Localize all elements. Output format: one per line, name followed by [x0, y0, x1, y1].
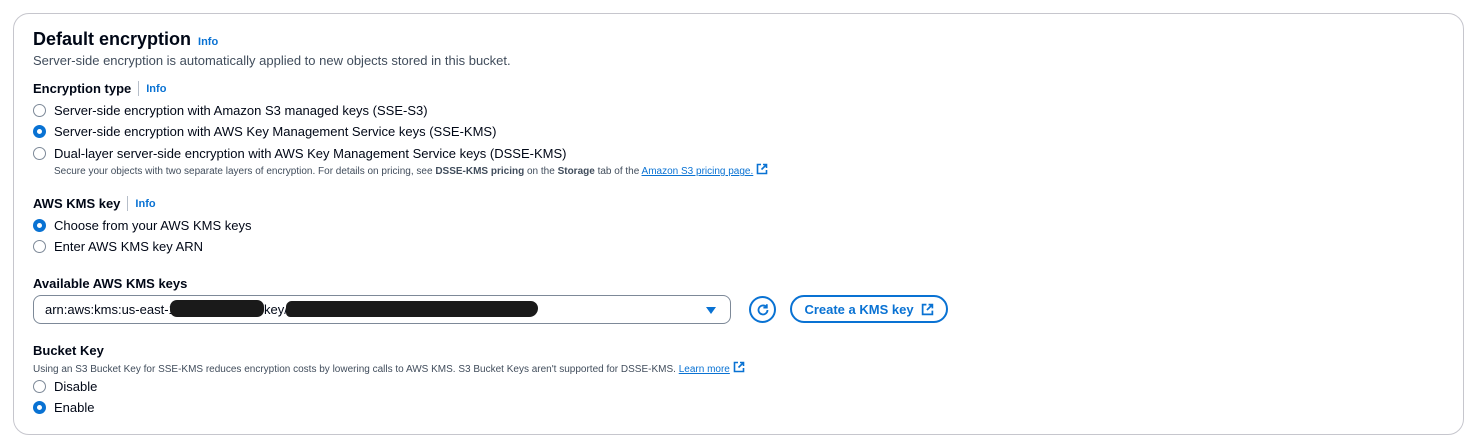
radio-choose-kms-key[interactable]: Choose from your AWS KMS keys	[33, 216, 251, 234]
radio-button[interactable]	[33, 103, 46, 117]
arn-prefix: arn:aws:kms:us-east-1	[45, 302, 176, 317]
radio-sse-kms[interactable]: Server-side encryption with AWS Key Mana…	[33, 122, 496, 140]
kms-key-label-row: AWS KMS key Info	[33, 196, 156, 211]
caret-down-icon[interactable]	[706, 307, 716, 314]
create-kms-key-label: Create a KMS key	[804, 301, 914, 317]
radio-bucket-key-disable[interactable]: Disable	[33, 377, 97, 395]
radio-dsse-kms[interactable]: Dual-layer server-side encryption with A…	[33, 144, 566, 162]
s3-pricing-link[interactable]: Amazon S3 pricing page.	[642, 166, 754, 177]
radio-label: Dual-layer server-side encryption with A…	[54, 145, 567, 161]
section-description: Server-side encryption is automatically …	[33, 53, 511, 68]
radio-enter-kms-arn[interactable]: Enter AWS KMS key ARN	[33, 237, 203, 255]
radio-button[interactable]	[33, 400, 46, 414]
available-keys-label: Available AWS KMS keys	[33, 276, 188, 291]
note-text: on the	[524, 166, 558, 177]
dsse-kms-note: Secure your objects with two separate la…	[54, 163, 768, 177]
kms-key-info-link[interactable]: Info	[135, 198, 155, 210]
divider	[127, 196, 129, 211]
radio-label: Disable	[54, 378, 98, 394]
radio-label: Server-side encryption with AWS Key Mana…	[54, 123, 497, 139]
bucket-key-description: Using an S3 Bucket Key for SSE-KMS reduc…	[33, 361, 745, 375]
note-text: Secure your objects with two separate la…	[54, 166, 436, 177]
bucket-key-description-text: Using an S3 Bucket Key for SSE-KMS reduc…	[33, 364, 676, 375]
external-link-icon[interactable]	[756, 163, 768, 175]
kms-key-label: AWS KMS key	[33, 196, 121, 211]
encryption-type-label-row: Encryption type Info	[33, 81, 166, 96]
learn-more-link[interactable]: Learn more	[679, 364, 730, 375]
radio-label: Server-side encryption with Amazon S3 ma…	[54, 102, 428, 118]
radio-button[interactable]	[33, 239, 46, 253]
external-link-icon[interactable]	[733, 361, 745, 373]
create-kms-key-button[interactable]: Create a KMS key	[790, 295, 948, 323]
section-title: Default encryption	[33, 29, 192, 49]
radio-label: Choose from your AWS KMS keys	[54, 217, 252, 233]
external-link-icon	[921, 303, 933, 315]
radio-sse-s3[interactable]: Server-side encryption with Amazon S3 ma…	[33, 101, 428, 119]
bucket-key-label: Bucket Key	[33, 343, 104, 358]
encryption-type-label: Encryption type	[33, 81, 132, 96]
section-info-link[interactable]: Info	[198, 36, 218, 48]
note-bold-text: Storage	[557, 166, 595, 177]
kms-key-select[interactable]: arn:aws:kms:us-east-1 key/	[33, 295, 731, 324]
redaction-mark	[170, 300, 264, 317]
radio-label: Enable	[54, 399, 95, 415]
section-header: Default encryption Info	[33, 29, 218, 50]
note-bold-text: DSSE-KMS pricing	[435, 166, 525, 177]
radio-bucket-key-enable[interactable]: Enable	[33, 398, 94, 416]
divider	[138, 81, 140, 96]
radio-button[interactable]	[33, 124, 46, 138]
kms-key-select-value: arn:aws:kms:us-east-1	[45, 302, 176, 317]
redaction-mark	[286, 301, 538, 317]
encryption-type-info-link[interactable]: Info	[146, 83, 166, 95]
refresh-button[interactable]	[749, 296, 776, 323]
radio-button[interactable]	[33, 218, 46, 232]
note-text: tab of the	[594, 166, 642, 177]
radio-label: Enter AWS KMS key ARN	[54, 238, 204, 254]
refresh-icon	[757, 303, 768, 315]
radio-button[interactable]	[33, 146, 46, 160]
radio-button[interactable]	[33, 379, 46, 393]
arn-key-segment: key/	[264, 302, 288, 317]
